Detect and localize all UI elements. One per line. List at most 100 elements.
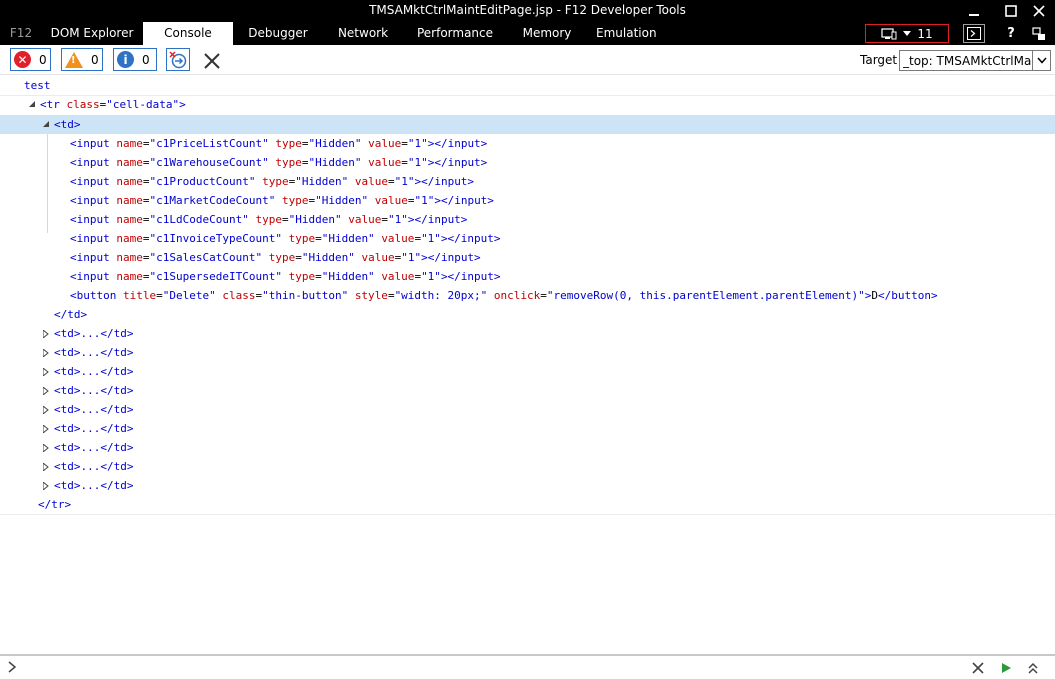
- close-icon: [1033, 5, 1045, 17]
- attr-value: "Hidden": [308, 137, 362, 150]
- attr-name: class: [66, 98, 100, 111]
- dropdown-arrow-icon: [903, 30, 912, 36]
- title-bar: TMSAMktCtrlMaintEditPage.jsp - F12 Devel…: [0, 0, 1055, 22]
- attr-value: "1": [407, 137, 428, 150]
- collapsed-td-node[interactable]: <td>...</td>: [0, 324, 1055, 343]
- attr-name: name: [116, 213, 143, 226]
- tab-debugger[interactable]: Debugger: [238, 22, 318, 45]
- expand-arrow-icon[interactable]: [41, 343, 51, 362]
- input-close-tag: ></input>: [427, 156, 488, 169]
- collapsed-td-node[interactable]: <td>...</td>: [0, 476, 1055, 495]
- document-mode-dropdown[interactable]: 11: [865, 24, 949, 43]
- collapsed-td-text: <td>...</td>: [54, 460, 134, 473]
- attr-value: "c1InvoiceTypeCount": [149, 232, 282, 245]
- expand-arrow-icon[interactable]: [41, 476, 51, 495]
- clear-input-button[interactable]: [970, 660, 986, 676]
- expand-multiline-button[interactable]: [1025, 660, 1041, 676]
- expand-arrow-icon[interactable]: [41, 419, 51, 438]
- td-close-tag: </td>: [54, 308, 88, 321]
- tab-network[interactable]: Network: [325, 22, 401, 45]
- attr-name: type: [288, 232, 316, 245]
- collapse-arrow-icon[interactable]: [27, 95, 37, 114]
- attr-name: type: [268, 251, 296, 264]
- expand-arrow-icon[interactable]: [41, 381, 51, 400]
- maximize-icon: [1005, 5, 1017, 17]
- attr-value: "Hidden": [288, 213, 342, 226]
- button-node[interactable]: <button title="Delete" class="thin-butto…: [0, 286, 1055, 305]
- input-node[interactable]: <input name="c1LdCodeCount" type="Hidden…: [0, 210, 1055, 229]
- input-node[interactable]: <input name="c1PriceListCount" type="Hid…: [0, 134, 1055, 153]
- document-mode-value: 11: [917, 26, 933, 41]
- info-filter-button[interactable]: i 0: [113, 48, 157, 71]
- target-select[interactable]: _top: TMSAMktCtrlMain: [899, 50, 1051, 71]
- button-close-tag: </button>: [878, 289, 938, 302]
- tab-memory[interactable]: Memory: [512, 22, 582, 45]
- td-node-selected[interactable]: <td>: [0, 115, 1055, 134]
- play-icon: [1002, 663, 1011, 673]
- attr-name: name: [116, 194, 143, 207]
- input-node[interactable]: <input name="c1ProductCount" type="Hidde…: [0, 172, 1055, 191]
- clear-console-button[interactable]: [202, 51, 222, 71]
- tr-close-node: </tr>: [0, 495, 1055, 514]
- double-chevron-up-icon: [1028, 662, 1038, 674]
- expand-arrow-icon[interactable]: [41, 438, 51, 457]
- expand-arrow-icon[interactable]: [41, 400, 51, 419]
- input-node[interactable]: <input name="c1SupersedeITCount" type="H…: [0, 267, 1055, 286]
- attr-value: "c1WarehouseCount": [149, 156, 269, 169]
- attr-value: "cell-data": [106, 98, 180, 111]
- minimize-icon: [969, 14, 979, 16]
- collapsed-td-text: <td>...</td>: [54, 365, 134, 378]
- collapsed-td-node[interactable]: <td>...</td>: [0, 419, 1055, 438]
- input-node[interactable]: <input name="c1MarketCodeCount" type="Hi…: [0, 191, 1055, 210]
- attr-name: type: [275, 137, 302, 150]
- command-line[interactable]: [0, 654, 1055, 679]
- info-count: 0: [142, 52, 150, 67]
- input-node[interactable]: <input name="c1WarehouseCount" type="Hid…: [0, 153, 1055, 172]
- tab-dom-explorer[interactable]: DOM Explorer: [44, 22, 140, 45]
- collapsed-td-node[interactable]: <td>...</td>: [0, 400, 1055, 419]
- expand-arrow-icon[interactable]: [41, 457, 51, 476]
- minimize-button[interactable]: [958, 0, 990, 22]
- collapse-arrow-icon[interactable]: [41, 115, 51, 134]
- attr-value: "removeRow(0, this.parentElement.parentE…: [546, 289, 865, 302]
- attr-value: "Delete": [162, 289, 216, 302]
- collapsed-td-node[interactable]: <td>...</td>: [0, 343, 1055, 362]
- attr-name: style: [354, 289, 388, 302]
- collapsed-td-node[interactable]: <td>...</td>: [0, 438, 1055, 457]
- expand-arrow-icon[interactable]: [41, 362, 51, 381]
- input-node[interactable]: <input name="c1SalesCatCount" type="Hidd…: [0, 248, 1055, 267]
- attr-name: value: [381, 270, 415, 283]
- td-close-node: </td>: [0, 305, 1055, 324]
- close-window-button[interactable]: [1023, 0, 1055, 22]
- warnings-filter-button[interactable]: ! 0: [61, 48, 103, 71]
- attr-name: name: [116, 270, 143, 283]
- attr-name: class: [222, 289, 256, 302]
- attr-name: value: [354, 175, 388, 188]
- input-node[interactable]: <input name="c1InvoiceTypeCount" type="H…: [0, 229, 1055, 248]
- console-toggle-button[interactable]: [963, 24, 985, 43]
- attr-name: name: [116, 175, 143, 188]
- expand-arrow-icon[interactable]: [41, 324, 51, 343]
- clear-on-navigate-icon: [169, 50, 187, 68]
- errors-filter-button[interactable]: ✕ 0: [10, 48, 51, 71]
- attr-name: type: [281, 194, 309, 207]
- attr-value: "c1LdCodeCount": [149, 213, 249, 226]
- input-open-tag: <input: [70, 194, 110, 207]
- clear-on-navigate-button[interactable]: [166, 48, 190, 71]
- collapsed-td-node[interactable]: <td>...</td>: [0, 457, 1055, 476]
- collapsed-td-node[interactable]: <td>...</td>: [0, 381, 1055, 400]
- attr-name: value: [368, 156, 402, 169]
- collapsed-td-node[interactable]: <td>...</td>: [0, 362, 1055, 381]
- input-close-tag: ></input>: [414, 175, 475, 188]
- tab-console[interactable]: Console: [143, 22, 233, 45]
- help-button[interactable]: ?: [1000, 24, 1022, 43]
- tab-emulation[interactable]: Emulation: [590, 22, 670, 62]
- tr-node[interactable]: <tr class="cell-data">: [0, 95, 1055, 114]
- run-button[interactable]: [998, 660, 1014, 676]
- window-title: TMSAMktCtrlMaintEditPage.jsp - F12 Devel…: [369, 3, 686, 17]
- console-icon: [967, 27, 981, 40]
- warning-icon: !: [65, 51, 83, 68]
- attr-value: "c1SupersedeITCount": [149, 270, 282, 283]
- tab-performance[interactable]: Performance: [408, 22, 502, 45]
- undock-button[interactable]: [1028, 24, 1050, 43]
